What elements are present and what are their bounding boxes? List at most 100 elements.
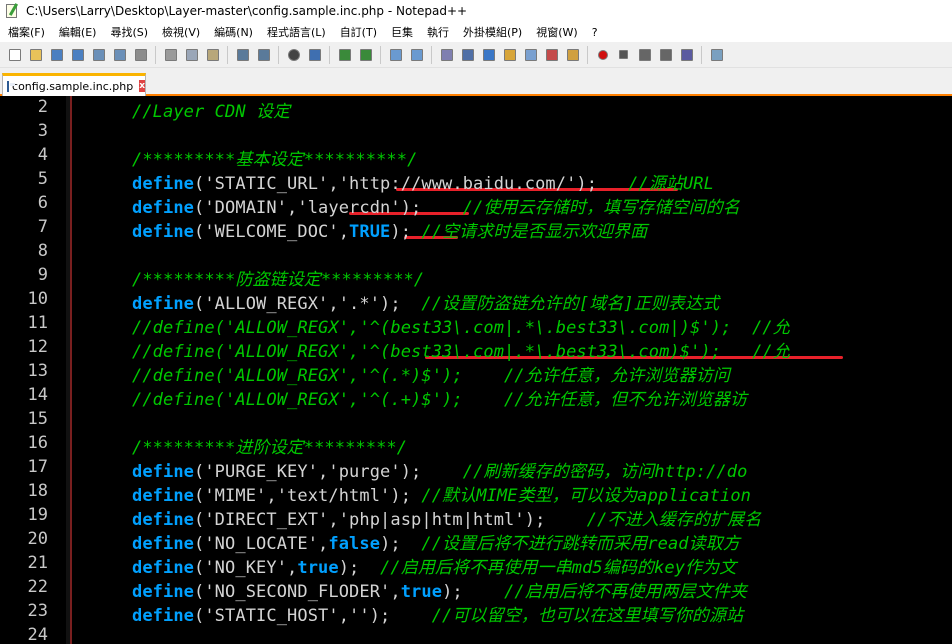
code-line[interactable]: //define('ALLOW_REGX','^(best33\.com|.*\…	[132, 313, 790, 338]
tab-config-sample[interactable]: config.sample.inc.php x	[2, 73, 146, 96]
code-token-cmt: //define('ALLOW_REGX','^(best33\.com|.*\…	[132, 342, 790, 362]
sync-vertical-icon[interactable]	[388, 47, 404, 63]
code-token-bool: false	[328, 534, 381, 554]
word-wrap-icon[interactable]	[439, 47, 455, 63]
code-line[interactable]: //define('ALLOW_REGX','^(.*)$'); //允许任意，…	[132, 361, 730, 386]
code-token-str: ('NO_LOCATE',	[194, 534, 329, 554]
code-token-str: ('PURGE_KEY','purge');	[194, 462, 463, 482]
menu-item-9[interactable]: 外掛模組(P)	[455, 24, 528, 40]
code-token-cmt: //启用后将不再使用两层文件夹	[504, 582, 748, 602]
run-macro-multiple-icon[interactable]	[658, 47, 674, 63]
indent-guide-icon[interactable]	[481, 47, 497, 63]
code-token-str: ('NO_KEY',	[194, 558, 298, 578]
sync-horizontal-icon[interactable]	[409, 47, 425, 63]
code-token-cmt: /*********防盗链设定*********/	[132, 270, 425, 290]
line-number: 4	[37, 145, 48, 165]
saved-file-icon	[7, 80, 16, 92]
menu-item-7[interactable]: 巨集	[383, 24, 419, 40]
find-icon[interactable]	[286, 47, 302, 63]
code-token-kw: define	[132, 486, 195, 506]
code-line[interactable]: //define('ALLOW_REGX','^(.+)$'); //允许任意，…	[132, 385, 747, 410]
menu-item-2[interactable]: 尋找(S)	[102, 24, 154, 40]
code-line[interactable]: define('WELCOME_DOC',TRUE); //空请求时是否显示欢迎…	[132, 217, 647, 242]
folder-workspace-icon[interactable]	[565, 47, 581, 63]
replace-icon[interactable]	[307, 47, 323, 63]
code-line[interactable]: define('ALLOW_REGX','.*'); //设置防盗链允许的[域名…	[132, 289, 719, 314]
cut-icon[interactable]	[163, 47, 179, 63]
code-line[interactable]: define('NO_SECOND_FLODER',true); //启用后将不…	[132, 577, 747, 602]
code-token-kw: define	[132, 534, 195, 554]
record-macro-icon[interactable]	[595, 47, 611, 63]
zoom-out-icon[interactable]	[358, 47, 374, 63]
code-token-cmt: //源站URL	[628, 174, 714, 194]
user-lang-icon[interactable]	[502, 47, 518, 63]
show-all-chars-icon[interactable]	[460, 47, 476, 63]
menu-item-4[interactable]: 編碼(N)	[206, 24, 259, 40]
save-all-icon[interactable]	[70, 47, 86, 63]
launch-browser-icon[interactable]	[709, 47, 725, 63]
doc-map-icon[interactable]	[523, 47, 539, 63]
code-token-str: ('MIME','text/html');	[194, 486, 422, 506]
code-token-kw: define	[132, 222, 195, 242]
paste-icon[interactable]	[205, 47, 221, 63]
tab-label: config.sample.inc.php	[12, 79, 134, 93]
code-line[interactable]: //define('ALLOW_REGX','^(best33\.com|.*\…	[132, 337, 790, 362]
line-number: 13	[27, 361, 48, 381]
print-icon[interactable]	[133, 47, 149, 63]
code-line[interactable]: define('NO_LOCATE',false); //设置后将不进行跳转而采…	[132, 529, 740, 554]
code-line[interactable]: //Layer CDN 设定	[132, 97, 290, 122]
code-line[interactable]: define('NO_KEY',true); //启用后将不再使用一串md5编码…	[132, 553, 736, 578]
line-number: 15	[27, 409, 48, 429]
title-bar: C:\Users\Larry\Desktop\Layer-master\conf…	[0, 0, 952, 22]
play-macro-icon[interactable]	[637, 47, 653, 63]
undo-icon[interactable]	[235, 47, 251, 63]
code-line[interactable]: define('MIME','text/html'); //默认MIME类型，可…	[132, 481, 751, 506]
line-number: 12	[27, 337, 48, 357]
copy-icon[interactable]	[184, 47, 200, 63]
code-token-str: ('WELCOME_DOC',	[194, 222, 350, 242]
line-number: 9	[37, 265, 48, 285]
line-number: 8	[37, 241, 48, 261]
code-line[interactable]: /*********防盗链设定*********/	[132, 265, 424, 290]
code-token-cmt: //设置后将不进行跳转而采用read读取方	[421, 534, 740, 554]
menu-item-11[interactable]: ?	[584, 26, 604, 39]
line-number: 16	[27, 433, 48, 453]
save-macro-icon[interactable]	[679, 47, 695, 63]
code-editor[interactable]: 2 3 4 5 6 7 8 9 10 11 12 13 14 15 16 17 18 19 20 21 22 23 24 /…	[0, 96, 952, 644]
code-token-kw: define	[132, 174, 195, 194]
code-line[interactable]: define('DIRECT_EXT','php|asp|htm|html');…	[132, 505, 761, 530]
close-tab-icon[interactable]: x	[139, 80, 145, 92]
toolbar-separator	[701, 45, 702, 64]
zoom-in-icon[interactable]	[337, 47, 353, 63]
redo-icon[interactable]	[256, 47, 272, 63]
menu-item-6[interactable]: 自訂(T)	[332, 24, 383, 40]
menu-item-5[interactable]: 程式語言(L)	[259, 24, 332, 40]
close-icon[interactable]	[91, 47, 107, 63]
line-number-gutter: 2 3 4 5 6 7 8 9 10 11 12 13 14 15 16 17 18 19 20 21 22 23 24	[0, 96, 66, 644]
code-token-cmt: //空请求时是否显示欢迎界面	[421, 222, 648, 242]
menu-item-8[interactable]: 執行	[419, 24, 455, 40]
code-line[interactable]: define('DOMAIN','layercdn'); //使用云存储时，填写…	[132, 193, 740, 218]
window-title: C:\Users\Larry\Desktop\Layer-master\conf…	[26, 4, 468, 18]
open-file-icon[interactable]	[28, 47, 44, 63]
code-token-cmt: //可以留空，也可以在这里填写你的源站	[431, 606, 744, 626]
menu-item-1[interactable]: 編輯(E)	[51, 24, 103, 40]
menu-item-3[interactable]: 檢視(V)	[154, 24, 206, 40]
fold-margin[interactable]	[66, 96, 72, 644]
save-icon[interactable]	[49, 47, 65, 63]
close-all-icon[interactable]	[112, 47, 128, 63]
code-token-kw: define	[132, 462, 195, 482]
code-token-cmt: /*********进阶设定*********/	[132, 438, 408, 458]
function-list-icon[interactable]	[544, 47, 560, 63]
code-line[interactable]: /*********进阶设定*********/	[132, 433, 407, 458]
menu-item-10[interactable]: 視窗(W)	[528, 24, 583, 40]
menu-item-0[interactable]: 檔案(F)	[0, 24, 51, 40]
code-line[interactable]: /*********基本设定**********/	[132, 145, 417, 170]
code-line[interactable]: define('STATIC_HOST',''); //可以留空，也可以在这里填…	[132, 601, 743, 626]
code-token-bool: true	[297, 558, 339, 578]
code-line[interactable]: define('STATIC_URL','http://www.baidu.co…	[132, 169, 714, 194]
stop-macro-icon[interactable]	[616, 47, 632, 63]
new-file-icon[interactable]	[7, 47, 23, 63]
code-line[interactable]: define('PURGE_KEY','purge'); //刷新缓存的密码，访…	[132, 457, 747, 482]
line-number: 11	[27, 313, 48, 333]
